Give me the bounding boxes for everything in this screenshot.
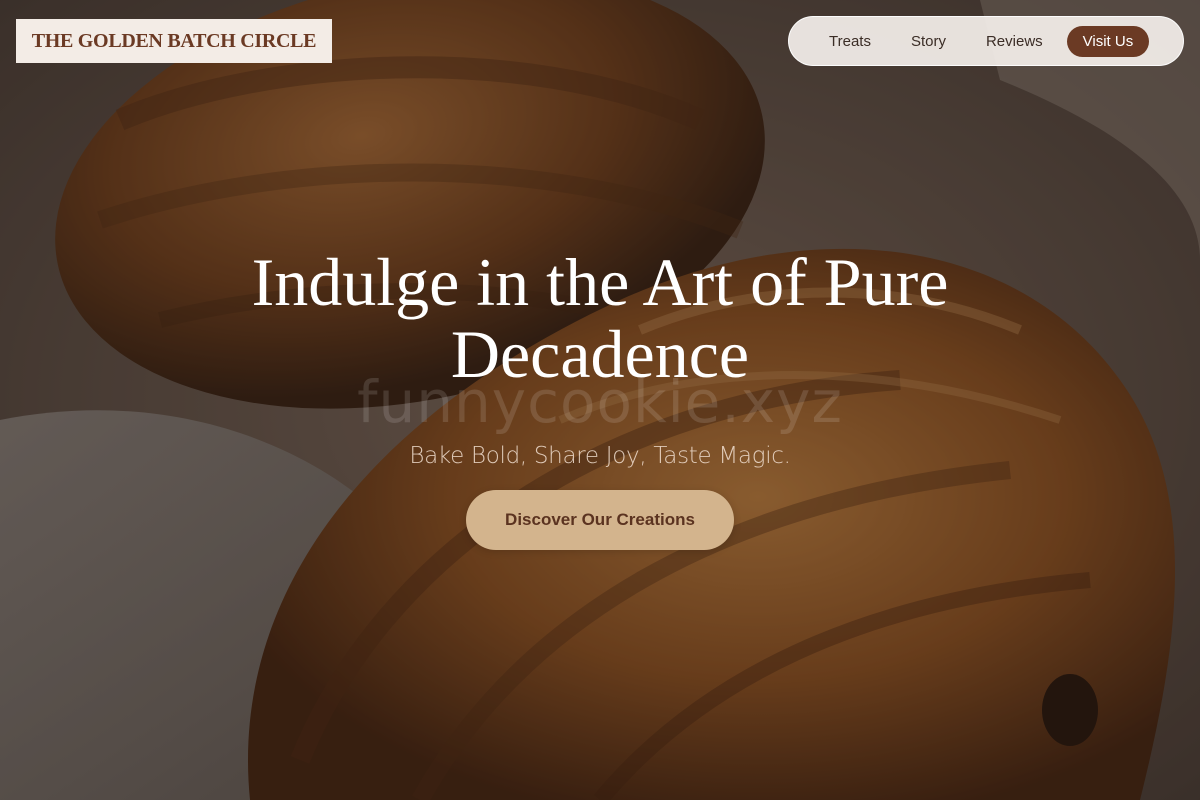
visit-us-button[interactable]: Visit Us (1066, 25, 1150, 57)
discover-creations-button[interactable]: Discover Our Creations (466, 490, 734, 550)
nav-item-treats[interactable]: Treats (809, 26, 891, 57)
nav-item-story[interactable]: Story (891, 26, 966, 57)
brand-logo[interactable]: THE GOLDEN BATCH CIRCLE (16, 19, 332, 63)
nav-item-reviews[interactable]: Reviews (966, 26, 1063, 57)
main-nav: Treats Story Reviews Visit Us (788, 16, 1184, 66)
watermark-text: funnycookie.xyz (357, 368, 843, 436)
hero-tagline: Bake Bold, Share Joy, Taste Magic. (409, 443, 791, 469)
brand-name: THE GOLDEN BATCH CIRCLE (31, 29, 317, 52)
hero-section: THE GOLDEN BATCH CIRCLE Treats Story Rev… (0, 0, 1200, 800)
